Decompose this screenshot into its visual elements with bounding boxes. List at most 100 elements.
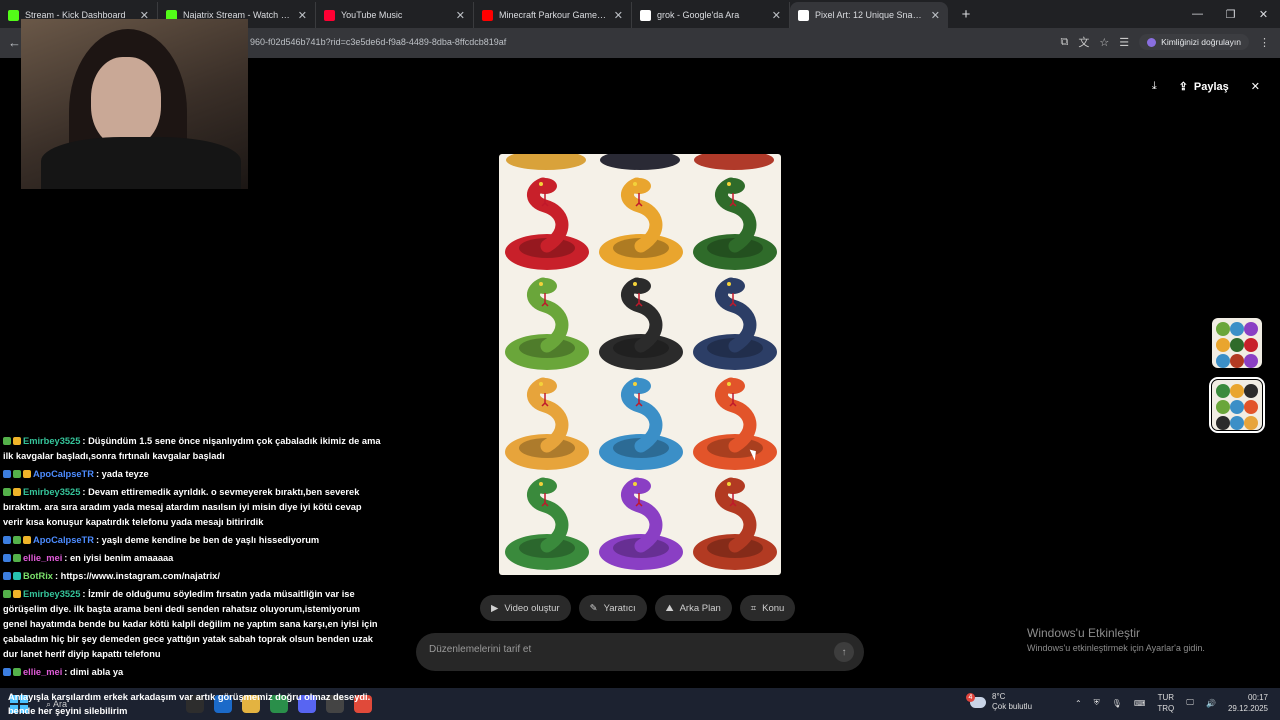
tab-3[interactable]: Minecraft Parkour Gameplay No ✕ (474, 2, 632, 28)
chat-username[interactable]: ellie_mei (23, 553, 62, 563)
menu-icon[interactable]: ⋮ (1259, 36, 1270, 49)
landscape-icon: ⛰ (665, 602, 674, 614)
kick-icon (8, 9, 19, 21)
reading-list-icon[interactable]: ☰ (1119, 36, 1129, 49)
snake-1-2 (689, 276, 781, 374)
chat-badges (3, 434, 23, 449)
verify-identity-button[interactable]: Kimliğinizi doğrulayın (1139, 34, 1249, 50)
video-create-chip[interactable]: ▶ Video oluştur (480, 595, 571, 621)
chat-username[interactable]: ApoCalpseTR (33, 469, 94, 479)
chat-badges (3, 533, 33, 548)
volume-icon[interactable]: 🔊 (1206, 699, 1216, 708)
weather-condition: Çok bulutlu (992, 702, 1033, 711)
tab-close-icon[interactable]: ✕ (931, 9, 940, 22)
bookmark-star-icon[interactable]: ☆ (1099, 36, 1109, 49)
snake-3-1 (595, 476, 687, 574)
lang-line2: TRQ (1157, 704, 1175, 713)
watermark-subtitle: Windows'u etkinleştirmek için Ayarlar'a … (1027, 643, 1205, 653)
chat-username[interactable]: ellie_mei (23, 667, 62, 677)
share-icon: ⇪ (1178, 81, 1188, 93)
background-chip[interactable]: ⛰ Arka Plan (654, 595, 732, 621)
minimize-icon[interactable]: — (1181, 0, 1214, 28)
chat-text: dimi abla ya (69, 667, 124, 677)
chat-username[interactable]: Emirbey3525 (23, 487, 80, 497)
new-tab-icon[interactable]: + (954, 2, 978, 26)
chat-username[interactable]: Emirbey3525 (23, 436, 80, 446)
play-icon: ▶ (491, 602, 499, 614)
generated-image[interactable] (499, 154, 781, 575)
badge-icon (3, 470, 11, 478)
tab-5[interactable]: Pixel Art: 12 Unique Snakes - Gr ✕ (790, 2, 948, 28)
chat-text: yaşlı deme kendine be ben de yaşlı hisse… (101, 535, 320, 545)
tab-close-icon[interactable]: ✕ (456, 9, 465, 22)
url-text[interactable]: 960-f02d546b741b?rid=c3e5de6d-f9a8-4489-… (250, 37, 506, 47)
network-icon[interactable]: 🖵 (1186, 698, 1194, 708)
edit-prompt-input[interactable] (429, 644, 809, 655)
date: 29.12.2025 (1227, 704, 1268, 713)
window-controls: — ❐ ✕ (1181, 0, 1280, 28)
badge-icon (3, 590, 11, 598)
cloud-icon: 4 (966, 692, 986, 708)
activation-watermark: Windows'u Etkinleştir Windows'u etkinleş… (1027, 626, 1205, 653)
edit-prompt-box: ↑ (416, 633, 864, 671)
creative-chip[interactable]: ✎ Yaratıcı (578, 595, 647, 621)
chat-badges (3, 665, 23, 680)
chat-badges (3, 467, 33, 482)
weather-widget[interactable]: 4 8°C Çok bulutlu (966, 692, 1033, 712)
tab-close-icon[interactable]: ✕ (298, 9, 307, 22)
chat-text: https://www.instagram.com/najatrix/ (60, 571, 220, 581)
close-window-icon[interactable]: ✕ (1247, 0, 1280, 28)
tab-close-icon[interactable]: ✕ (614, 9, 623, 22)
back-icon[interactable]: ← (8, 35, 21, 50)
snake-0-1 (595, 176, 687, 274)
microphone-icon[interactable]: 🎙 (1112, 699, 1122, 708)
tab-title: YouTube Music (341, 10, 403, 20)
tab-2[interactable]: YouTube Music ✕ (316, 2, 474, 28)
subject-chip[interactable]: ⌗ Konu (739, 595, 796, 621)
clock[interactable]: 00:17 29.12.2025 (1228, 692, 1268, 714)
badge-icon (13, 536, 21, 544)
grok-icon (798, 9, 809, 21)
badge-icon (3, 572, 11, 580)
chevron-up-icon[interactable]: ⌃ (1075, 699, 1082, 708)
system-tray: ⌃ ⛨ 🎙 ⌨ TUR TRQ 🖵 🔊 00:17 29.12.2025 (1075, 692, 1268, 714)
chat-username[interactable]: ApoCalpseTR (33, 535, 94, 545)
antivirus-icon[interactable]: ⛨ (1094, 698, 1100, 708)
badge-icon (13, 470, 21, 478)
keyboard-icon[interactable]: ⌨ (1134, 699, 1146, 708)
chat-username[interactable]: BotRix (23, 571, 53, 581)
tab-close-icon[interactable]: ✕ (772, 9, 781, 22)
share-button[interactable]: ⇪ Paylaş (1178, 80, 1229, 94)
badge-icon (13, 437, 21, 445)
youtube-icon (482, 9, 493, 21)
chip-label: Arka Plan (679, 602, 721, 614)
download-icon[interactable]: ⤓ (1152, 80, 1157, 93)
weather-badge: 4 (966, 692, 975, 702)
send-arrow-icon[interactable]: ↑ (834, 642, 854, 662)
badge-icon (13, 488, 21, 496)
badge-icon (23, 536, 31, 544)
webcam-face (91, 57, 161, 147)
install-app-icon[interactable]: ⧉ (1061, 36, 1069, 49)
thumbnail-strip (1209, 318, 1265, 442)
tab-4[interactable]: grok - Google'da Ara ✕ (632, 2, 790, 28)
badge-icon (3, 554, 11, 562)
time: 00:17 (1247, 693, 1268, 702)
chat-message: Emirbey3525: İzmir de olduğumu söyledim … (3, 587, 381, 662)
thumbnail-1[interactable] (1212, 318, 1262, 368)
thumbnail-2[interactable] (1209, 377, 1265, 433)
watermark-title: Windows'u Etkinleştir (1027, 626, 1140, 640)
close-icon[interactable]: ✕ (1251, 80, 1260, 93)
snake-2-2 (689, 376, 781, 474)
translate-icon[interactable]: 文 (1078, 34, 1089, 50)
maximize-icon[interactable]: ❐ (1214, 0, 1247, 28)
badge-icon (13, 590, 21, 598)
chat-username[interactable]: Emirbey3525 (23, 589, 80, 599)
chat-text: yada teyze (101, 469, 149, 479)
tab-title: Pixel Art: 12 Unique Snakes - Gr (815, 10, 925, 20)
input-language[interactable]: TUR TRQ (1157, 692, 1174, 714)
temperature: 8°C (992, 692, 1006, 701)
chat-overlay-last-message: Anlayışla karşılardım erkek arkadaşım va… (8, 692, 371, 716)
focus-icon: ⌗ (750, 602, 757, 614)
snake-3-2 (689, 476, 781, 574)
